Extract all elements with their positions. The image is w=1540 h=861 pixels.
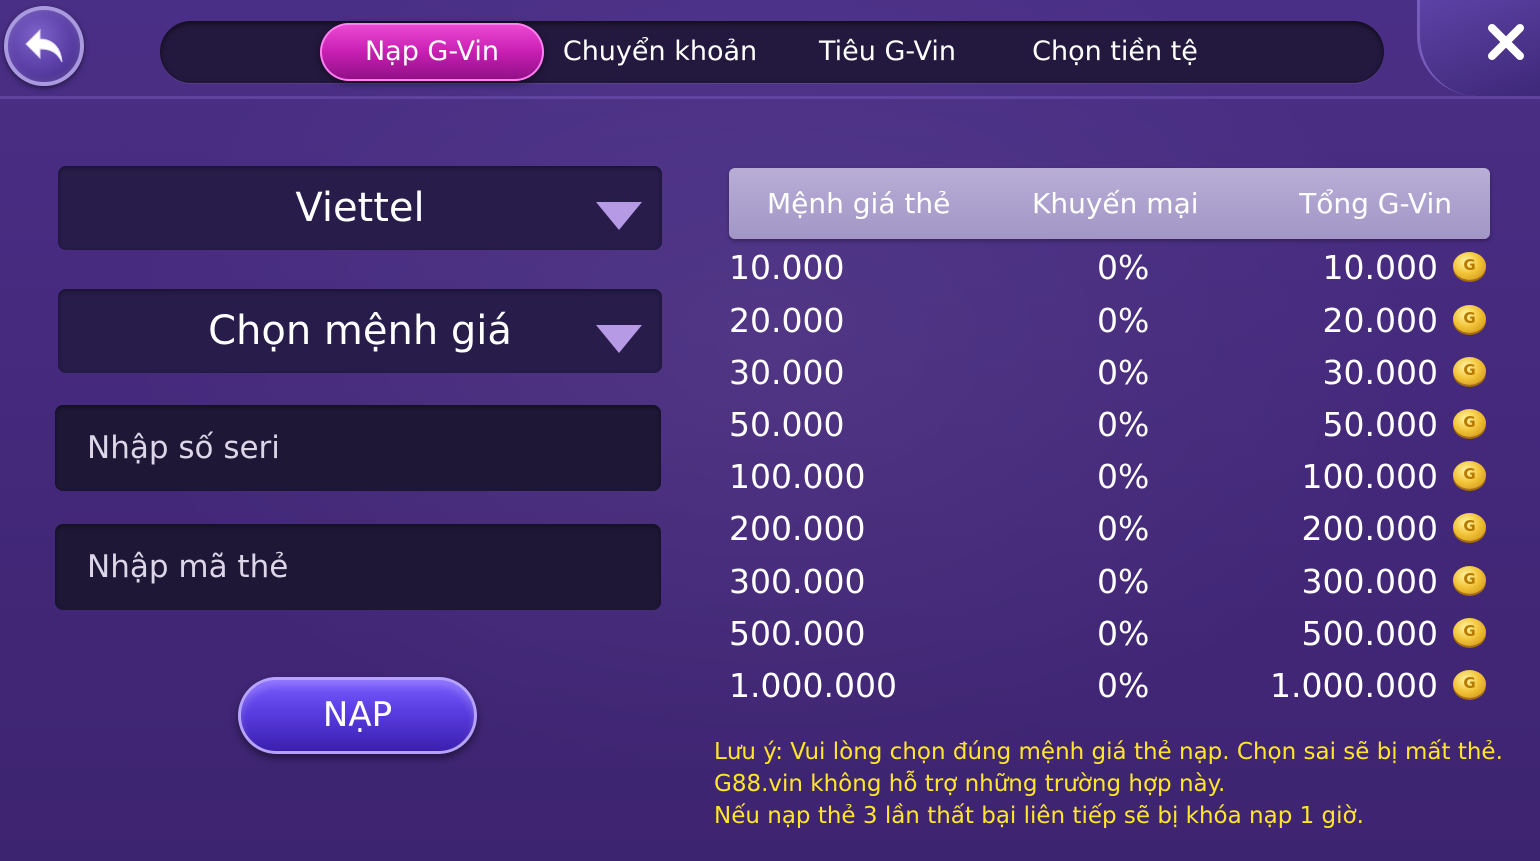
table-row: 200.000 0% 200.000 G <box>729 503 1490 555</box>
coin-icon: G <box>1453 357 1486 385</box>
total-g-vin: 1.000.000 <box>1270 666 1438 705</box>
table-row: 100.000 0% 100.000 G <box>729 451 1490 503</box>
total-g-vin: 500.000 <box>1301 614 1438 653</box>
rate-table-header: Mệnh giá thẻ Khuyến mại Tổng G-Vin <box>729 168 1490 239</box>
tab-chuyen-khoan[interactable]: Chuyển khoản <box>555 23 765 81</box>
promotion: 0% <box>1097 301 1150 340</box>
note-line: Nếu nạp thẻ 3 lần thất bại liên tiếp sẽ … <box>714 803 1364 829</box>
card-value: 300.000 <box>729 562 866 601</box>
promotion: 0% <box>1097 457 1150 496</box>
tab-tieu-g-vin[interactable]: Tiêu G-Vin <box>800 23 975 81</box>
promotion: 0% <box>1097 353 1150 392</box>
total-g-vin: 10.000 <box>1322 248 1438 287</box>
close-icon <box>1488 24 1524 60</box>
card-value: 500.000 <box>729 614 866 653</box>
back-button[interactable] <box>4 6 84 86</box>
card-value: 10.000 <box>729 248 845 287</box>
card-value: 50.000 <box>729 405 845 444</box>
triangle-down-icon <box>596 325 642 353</box>
carrier-select-value: Viettel <box>295 185 425 231</box>
denomination-select[interactable]: Chọn mệnh giá <box>58 289 662 373</box>
close-button[interactable] <box>1482 18 1530 66</box>
table-row: 500.000 0% 500.000 G <box>729 608 1490 660</box>
tab-nap-g-vin[interactable]: Nạp G-Vin <box>320 23 544 81</box>
coin-icon: G <box>1453 566 1486 594</box>
promotion: 0% <box>1097 405 1150 444</box>
table-row: 30.000 0% 30.000 G <box>729 347 1490 399</box>
header-total-g-vin: Tổng G-Vin <box>1299 187 1452 220</box>
promotion: 0% <box>1097 509 1150 548</box>
total-g-vin: 200.000 <box>1301 509 1438 548</box>
back-arrow-icon <box>25 28 63 63</box>
total-g-vin: 100.000 <box>1301 457 1438 496</box>
table-row: 1.000.000 0% 1.000.000 G <box>729 660 1490 712</box>
card-value: 1.000.000 <box>729 666 897 705</box>
promotion: 0% <box>1097 614 1150 653</box>
table-row: 10.000 0% 10.000 G <box>729 242 1490 294</box>
tab-chon-tien-te[interactable]: Chọn tiền tệ <box>1020 23 1210 81</box>
serial-field-box <box>55 405 661 491</box>
card-value: 100.000 <box>729 457 866 496</box>
coin-icon: G <box>1453 461 1486 489</box>
promotion: 0% <box>1097 562 1150 601</box>
coin-icon: G <box>1453 618 1486 646</box>
tab-bar: Nạp G-Vin Chuyển khoản Tiêu G-Vin Chọn t… <box>160 21 1384 83</box>
carrier-select[interactable]: Viettel <box>58 166 662 250</box>
header-card-value: Mệnh giá thẻ <box>767 187 951 220</box>
card-value: 200.000 <box>729 509 866 548</box>
denomination-select-value: Chọn mệnh giá <box>208 308 512 354</box>
coin-icon: G <box>1453 409 1486 437</box>
table-row: 50.000 0% 50.000 G <box>729 399 1490 451</box>
triangle-down-icon <box>596 202 642 230</box>
serial-input[interactable] <box>55 405 661 491</box>
promotion: 0% <box>1097 666 1150 705</box>
note-line: G88.vin không hỗ trợ những trường hợp nà… <box>714 771 1226 797</box>
nap-button[interactable]: NẠP <box>238 677 477 754</box>
coin-icon: G <box>1453 305 1486 333</box>
coin-icon: G <box>1453 513 1486 541</box>
total-g-vin: 50.000 <box>1322 405 1438 444</box>
coin-icon: G <box>1453 670 1486 698</box>
total-g-vin: 300.000 <box>1301 562 1438 601</box>
card-value: 20.000 <box>729 301 845 340</box>
total-g-vin: 20.000 <box>1322 301 1438 340</box>
coin-icon: G <box>1453 252 1486 280</box>
promotion: 0% <box>1097 248 1150 287</box>
card-code-input[interactable] <box>55 524 661 610</box>
card-code-field-box <box>55 524 661 610</box>
header-promotion: Khuyến mại <box>1032 187 1199 220</box>
card-value: 30.000 <box>729 353 845 392</box>
table-row: 300.000 0% 300.000 G <box>729 556 1490 608</box>
total-g-vin: 30.000 <box>1322 353 1438 392</box>
table-row: 20.000 0% 20.000 G <box>729 295 1490 347</box>
note-line: Lưu ý: Vui lòng chọn đúng mệnh giá thẻ n… <box>714 739 1503 765</box>
